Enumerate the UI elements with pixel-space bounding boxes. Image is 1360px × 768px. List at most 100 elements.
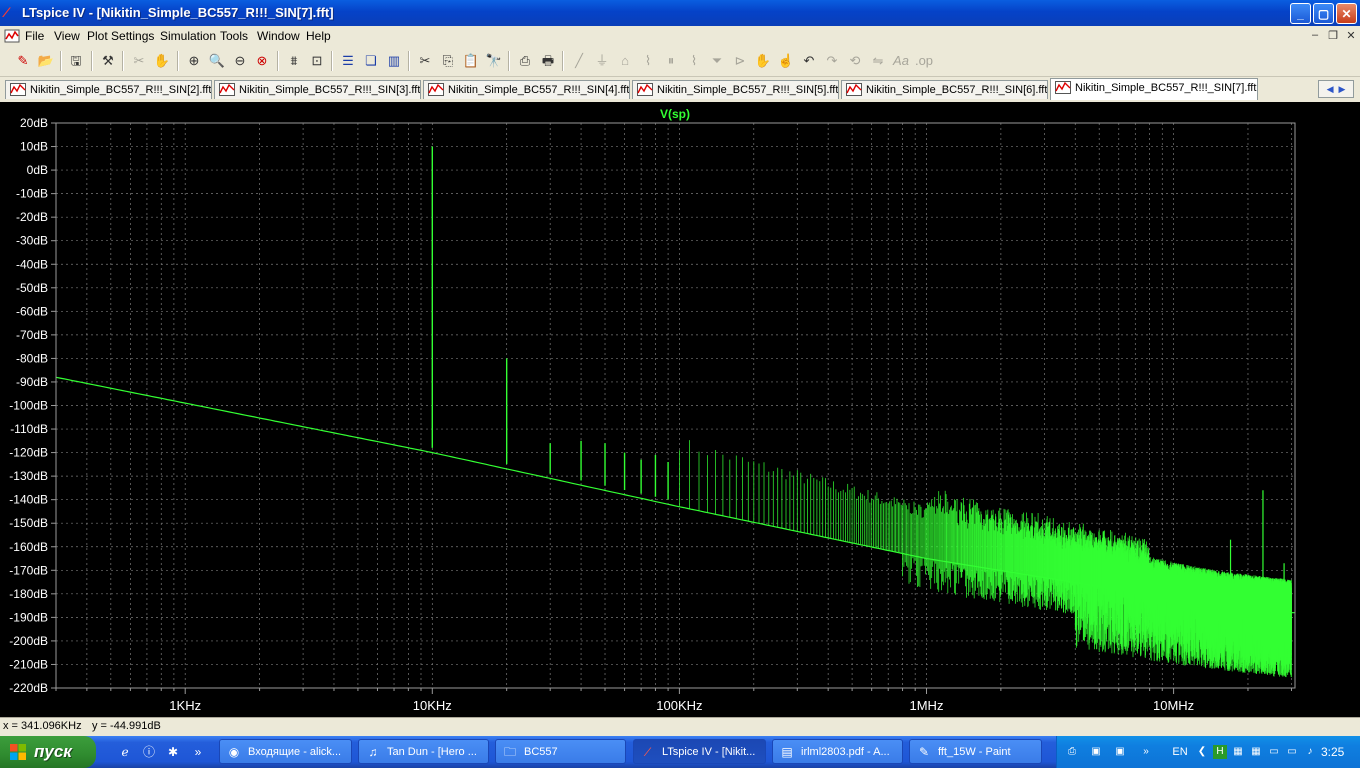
label-icon[interactable]: ⌂ xyxy=(615,52,635,70)
task-paint[interactable]: ✎ fft_15W - Paint xyxy=(909,739,1042,764)
schematic-icon[interactable]: ✎ xyxy=(13,52,33,70)
menu-tools[interactable]: Tools xyxy=(220,29,248,43)
tray-network2-icon[interactable]: ▣ xyxy=(1113,745,1127,759)
control-panel-icon[interactable]: ⚒ xyxy=(98,52,118,70)
tray-printer-icon[interactable]: ⎙ xyxy=(1065,745,1079,759)
y-tick-label: -120dB xyxy=(9,446,48,460)
fft-chart[interactable]: 20dB 10dB 0dB -10dB -20dB -30dB -40dB -50dB -60d… xyxy=(0,102,1360,717)
media-player-icon: ♫ xyxy=(368,745,378,759)
cut-icon[interactable]: ✂ xyxy=(415,52,435,70)
ltspice-app-icon[interactable]: ⁄ xyxy=(5,5,19,19)
trace-title[interactable]: V(sp) xyxy=(660,107,690,121)
save-icon[interactable]: 🖫 xyxy=(66,52,86,70)
tab-scroll-buttons[interactable]: ◀ ▶ xyxy=(1318,80,1354,98)
tray-h-icon[interactable]: H xyxy=(1213,745,1227,759)
tray-expand-icon[interactable]: » xyxy=(1139,745,1153,759)
x-tick-label: 1KHz xyxy=(169,698,201,713)
inductor-icon[interactable]: ⌇ xyxy=(684,52,704,70)
task-pdf[interactable]: ▤ irlml2803.pdf - A... xyxy=(772,739,903,764)
cascade-icon[interactable]: ❏ xyxy=(361,52,381,70)
mdi-minimize-button[interactable]: – xyxy=(1308,29,1322,43)
tab-sin2[interactable]: Nikitin_Simple_BC557_R!!!_SIN[2].fft xyxy=(5,80,212,99)
capacitor-icon[interactable]: ⏸ xyxy=(661,52,681,70)
tray-back-icon[interactable]: ❮ xyxy=(1195,745,1209,759)
menu-window[interactable]: Window xyxy=(257,29,300,43)
zoom-area-icon[interactable]: 🔍 xyxy=(207,52,227,70)
y-tick-label: -60dB xyxy=(16,304,48,318)
task-label: irlml2803.pdf - A... xyxy=(801,746,890,758)
maximize-button[interactable]: ▢ xyxy=(1313,3,1334,24)
component-icon[interactable]: ⊳ xyxy=(730,52,750,70)
drag-icon[interactable]: ☝ xyxy=(776,52,796,70)
tray-display2-icon[interactable]: ▭ xyxy=(1285,745,1299,759)
y-tick-label: 10dB xyxy=(20,140,48,154)
waveform-plot-pane[interactable]: 20dB 10dB 0dB -10dB -20dB -30dB -40dB -50dB -60d… xyxy=(0,102,1360,717)
task-inbox[interactable]: ◉ Входящие - alick... xyxy=(219,739,352,764)
menu-file[interactable]: File xyxy=(25,29,44,43)
tray-volume-icon[interactable]: ♪ xyxy=(1303,745,1317,759)
menu-plot-settings[interactable]: Plot Settings xyxy=(87,29,154,43)
task-tan-dun[interactable]: ♫ Tan Dun - [Hero ... xyxy=(358,739,489,764)
task-bc557[interactable]: 🗀 BC557 xyxy=(495,739,626,764)
zoom-cancel-icon[interactable]: ⊗ xyxy=(252,52,272,70)
find-icon[interactable]: 🔭 xyxy=(484,52,504,70)
quicklaunch-info-icon[interactable]: ⓘ xyxy=(141,744,157,760)
close-button[interactable]: ✕ xyxy=(1336,3,1357,24)
menu-simulation[interactable]: Simulation xyxy=(160,29,216,43)
quicklaunch-ie-icon[interactable]: ℯ xyxy=(117,744,133,760)
zoom-out-icon[interactable]: ⊖ xyxy=(230,52,250,70)
tray-app-icon[interactable]: ▦ xyxy=(1231,745,1245,759)
resistor-icon[interactable]: ⌇ xyxy=(638,52,658,70)
rotate-icon[interactable]: ⟲ xyxy=(845,52,865,70)
menu-help[interactable]: Help xyxy=(306,29,331,43)
y-tick-label: -220dB xyxy=(9,681,48,695)
menu-view[interactable]: View xyxy=(54,29,80,43)
plot-document-icon[interactable] xyxy=(4,28,20,44)
y-tick-label: -100dB xyxy=(9,399,48,413)
plot-tab-icon xyxy=(10,83,26,96)
print-preview-icon[interactable]: ⎙ xyxy=(515,52,535,70)
ground-icon[interactable]: ⏚ xyxy=(592,52,612,70)
quicklaunch-more-icon[interactable]: » xyxy=(190,744,206,760)
tab-label: Nikitin_Simple_BC557_R!!!_SIN[2].fft xyxy=(30,84,212,96)
undo-icon[interactable]: ↶ xyxy=(799,52,819,70)
tray-display-icon[interactable]: ▭ xyxy=(1267,745,1281,759)
autoscale-icon[interactable]: ⊡ xyxy=(307,52,327,70)
task-ltspice[interactable]: ⁄ LTspice IV - [Nikit... xyxy=(633,739,766,764)
tab-sin7[interactable]: Nikitin_Simple_BC557_R!!!_SIN[7].fft xyxy=(1050,78,1258,100)
y-tick-label: -190dB xyxy=(9,610,48,624)
tab-sin4[interactable]: Nikitin_Simple_BC557_R!!!_SIN[4].fft xyxy=(423,80,630,99)
mdi-close-button[interactable]: ✕ xyxy=(1344,29,1358,43)
diode-icon[interactable]: ⏷ xyxy=(707,52,727,70)
paste-icon[interactable]: 📋 xyxy=(461,52,481,70)
x-tick-label: 10MHz xyxy=(1153,698,1194,713)
copy-icon[interactable]: ⎘ xyxy=(438,52,458,70)
spice-directive-icon[interactable]: .op xyxy=(914,52,934,70)
tile-vertical-icon[interactable]: ▥ xyxy=(384,52,404,70)
mdi-restore-button[interactable]: ❐ xyxy=(1326,29,1340,43)
wire-icon[interactable]: ╱ xyxy=(569,52,589,70)
open-icon[interactable]: 📂 xyxy=(36,52,56,70)
language-indicator[interactable]: EN xyxy=(1169,745,1191,759)
fft-icon[interactable]: ⩩ xyxy=(284,52,304,70)
start-button[interactable]: пуск xyxy=(0,736,96,768)
pan-icon[interactable]: ✋ xyxy=(152,52,172,70)
text-icon[interactable]: Aa xyxy=(891,52,911,70)
tab-sin3[interactable]: Nikitin_Simple_BC557_R!!!_SIN[3].fft xyxy=(214,80,421,99)
tray-network-icon[interactable]: ▣ xyxy=(1089,745,1103,759)
tile-horizontal-icon[interactable]: ☰ xyxy=(338,52,358,70)
quicklaunch-program-icon[interactable]: ✱ xyxy=(165,744,181,760)
tab-label: Nikitin_Simple_BC557_R!!!_SIN[6].fft xyxy=(866,84,1048,96)
minimize-button[interactable]: _ xyxy=(1290,3,1311,24)
autorange-icon[interactable]: ✂ xyxy=(129,52,149,70)
tab-sin6[interactable]: Nikitin_Simple_BC557_R!!!_SIN[6].fft xyxy=(841,80,1048,99)
print-icon[interactable]: 🖶 xyxy=(538,52,558,70)
move-icon[interactable]: ✋ xyxy=(753,52,773,70)
tab-sin5[interactable]: Nikitin_Simple_BC557_R!!!_SIN[5].fft xyxy=(632,80,839,99)
redo-icon[interactable]: ↷ xyxy=(822,52,842,70)
tray-app2-icon[interactable]: ▦ xyxy=(1249,745,1263,759)
mirror-icon[interactable]: ⇋ xyxy=(868,52,888,70)
tab-label: Nikitin_Simple_BC557_R!!!_SIN[7].fft xyxy=(1075,82,1257,94)
zoom-in-icon[interactable]: ⊕ xyxy=(184,52,204,70)
x-tick-label: 10KHz xyxy=(413,698,452,713)
